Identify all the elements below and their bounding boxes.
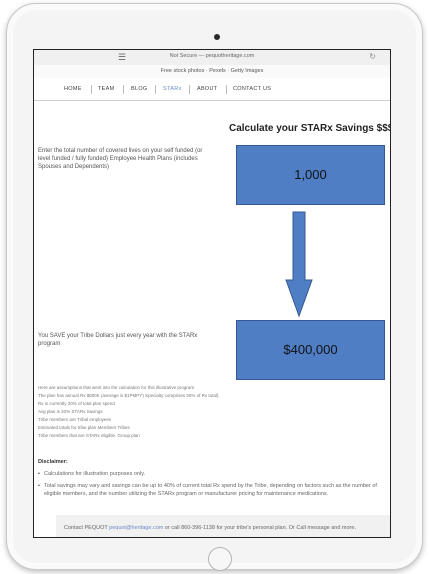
- assumption-line: The plan has annual Rx $600K (average is…: [38, 393, 220, 398]
- url-text[interactable]: Not Secure — pequotheritage.com: [34, 53, 390, 59]
- nav-blog[interactable]: BLOG: [131, 86, 147, 92]
- savings-result: $400,000: [236, 320, 385, 380]
- nav-about[interactable]: ABOUT: [197, 86, 217, 92]
- assumption-line: Tribe members are Tribal employees: [38, 417, 112, 422]
- nav-divider: [123, 85, 124, 94]
- assumption-line: Tribe members that are STARx eligible. G…: [38, 433, 140, 438]
- assumption-line: Here are assumptions that went into the …: [38, 385, 195, 390]
- nav-home[interactable]: HOME: [64, 86, 82, 92]
- nav-team[interactable]: TEAM: [98, 86, 114, 92]
- assumption-line: Estimated totals for tribe plan Members …: [38, 425, 130, 430]
- nav-contact-us[interactable]: CONTACT US: [233, 86, 271, 92]
- disclaimer-item: Total savings may vary and savings can b…: [38, 482, 384, 498]
- contact-email-link[interactable]: pequot@heritage.com: [109, 525, 163, 531]
- contact-text: Contact PEQUOT pequot@heritage.com or ca…: [64, 525, 356, 531]
- reload-icon[interactable]: ↻: [369, 52, 376, 62]
- arrow-down-icon: [285, 211, 313, 318]
- contact-suffix: or call 860-396-1138 for your tribe's pe…: [164, 525, 356, 531]
- site-nav: HOME TEAM BLOG STARx ABOUT CONTACT US: [34, 78, 390, 101]
- assumption-line: Avg plan is 20% STARx Savings: [38, 409, 103, 414]
- lives-prompt: Enter the total number of covered lives …: [38, 148, 203, 170]
- page-title: Calculate your STARx Savings $$$: [229, 123, 391, 134]
- nav-divider: [155, 85, 156, 94]
- disclaimer-title: Disclaimer:: [38, 459, 68, 465]
- browser-screen: ☰ Not Secure — pequotheritage.com ↻ Free…: [33, 49, 391, 538]
- home-button[interactable]: [208, 547, 232, 571]
- savings-label: You SAVE your Tribe Dollars just every y…: [38, 333, 198, 347]
- attribution-bar: Free stock photos · Pexels · Getty Image…: [34, 65, 390, 79]
- nav-divider: [91, 85, 92, 94]
- nav-divider: [189, 85, 190, 94]
- assumption-line: Rx is currently 20% of total plan spend: [38, 401, 115, 406]
- nav-divider: [226, 85, 227, 94]
- camera-icon: [214, 34, 220, 40]
- disclaimer-item: Calculations for illustration purposes o…: [38, 470, 384, 478]
- nav-starx[interactable]: STARx: [163, 86, 182, 92]
- contact-prefix: Contact PEQUOT: [64, 525, 108, 531]
- address-bar[interactable]: ☰ Not Secure — pequotheritage.com ↻: [34, 50, 390, 66]
- covered-lives-input[interactable]: 1,000: [236, 145, 385, 205]
